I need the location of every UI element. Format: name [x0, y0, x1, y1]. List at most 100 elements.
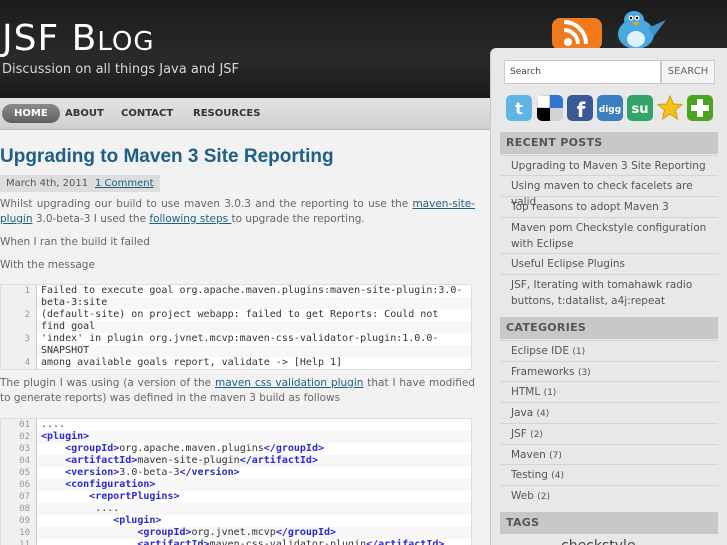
- divider: [500, 360, 718, 362]
- code-line: 02 <plugin>: [1, 431, 471, 443]
- code-line: 3 'index' in plugin org.jvnet.mcvp:maven-…: [1, 333, 471, 345]
- category-link[interactable]: Eclipse IDE (1): [511, 343, 716, 360]
- digg-icon[interactable]: digg: [597, 95, 623, 121]
- recent-post-link[interactable]: JSF, Iterating with tomahawk radio butto…: [511, 277, 716, 309]
- post-title[interactable]: Upgrading to Maven 3 Site Reporting: [0, 146, 334, 168]
- category-name: JSF: [511, 427, 531, 440]
- category-link[interactable]: Frameworks (3): [511, 364, 716, 381]
- search-input[interactable]: Search: [504, 60, 661, 84]
- code-line-number: 3: [1, 333, 37, 345]
- divider: [500, 253, 718, 254]
- following-steps-link[interactable]: following steps: [149, 213, 231, 225]
- code-line-text: among available goals report, validate -…: [41, 357, 343, 368]
- category-link[interactable]: Maven (7): [511, 447, 716, 464]
- code-line-text: <reportPlugins>: [89, 491, 180, 502]
- post-comments-link[interactable]: 1 Comment: [95, 178, 154, 189]
- category-link[interactable]: HTML (1): [511, 384, 716, 401]
- categories-heading: CATEGORIES: [500, 317, 718, 339]
- code-line-text: <groupId>org.jvnet.mcvp</groupId>: [137, 527, 337, 538]
- tag-cloud-item[interactable]: checkstyle: [561, 538, 636, 545]
- code-line: 05 <version>3.0-beta-3</version>: [1, 467, 471, 479]
- nav-contact[interactable]: CONTACT: [121, 104, 173, 123]
- divider: [500, 196, 718, 197]
- search-button[interactable]: SEARCH: [661, 60, 715, 84]
- code-line-text: <plugin>: [113, 515, 162, 526]
- category-name: Web: [511, 489, 538, 502]
- code-line-text: ....: [41, 503, 120, 514]
- facebook-icon[interactable]: f: [567, 95, 593, 121]
- p1-text-a: Whilst upgrading our build to use maven …: [0, 198, 413, 210]
- add-plus-icon[interactable]: [687, 95, 713, 121]
- category-count: (4): [551, 471, 565, 482]
- delicious-icon[interactable]: [537, 95, 563, 121]
- divider: [500, 422, 718, 424]
- category-link[interactable]: Java (4): [511, 405, 716, 422]
- divider: [500, 274, 718, 275]
- code-line: find goal: [1, 321, 471, 333]
- nav-about[interactable]: ABOUT: [65, 104, 104, 123]
- code-line-number: 10: [1, 527, 37, 539]
- divider: [500, 155, 718, 156]
- code-line-number: 09: [1, 515, 37, 527]
- recent-post-link[interactable]: Useful Eclipse Plugins: [511, 256, 716, 272]
- divider: [500, 217, 718, 218]
- code-line: 1 Failed to execute goal org.apache.maven…: [1, 285, 471, 297]
- code-line-text: <version>3.0-beta-3</version>: [65, 467, 240, 478]
- post-paragraph-1: Whilst upgrading our build to use maven …: [0, 197, 475, 227]
- nav-home[interactable]: HOME: [2, 104, 60, 123]
- code-line: 09 <plugin>: [1, 515, 471, 527]
- code-line-text: SNAPSHOT: [41, 345, 90, 356]
- code-line-text: <groupId>org.apache.maven.plugins</group…: [65, 443, 324, 454]
- stumbleupon-icon[interactable]: su: [627, 95, 653, 121]
- category-count: (7): [549, 450, 562, 461]
- code-line-text: find goal: [41, 321, 96, 332]
- code-line-number: 04: [1, 455, 37, 467]
- category-link[interactable]: Web (2): [511, 488, 716, 505]
- code-line: 4 among available goals report, validate …: [1, 357, 471, 369]
- recent-post-link[interactable]: Top reasons to adopt Maven 3: [511, 199, 716, 215]
- recent-post-link[interactable]: Upgrading to Maven 3 Site Reporting: [511, 158, 716, 174]
- nav-resources[interactable]: RESOURCES: [193, 104, 260, 123]
- recent-posts-heading: RECENT POSTS: [500, 132, 718, 154]
- code-line-number: [1, 345, 37, 357]
- code-line: 04 <artifactId>maven-site-plugin</artifa…: [1, 455, 471, 467]
- code-line-number: 06: [1, 479, 37, 491]
- site-tagline: Discussion on all things Java and JSF: [2, 62, 240, 77]
- category-link[interactable]: JSF (2): [511, 426, 716, 443]
- favorite-star-icon[interactable]: [657, 95, 683, 121]
- category-name: Eclipse IDE: [511, 345, 573, 357]
- site-title-smallcaps: LOG: [97, 27, 155, 57]
- post-comments-badge: 1 Comment: [89, 175, 160, 192]
- error-code-block: 1 Failed to execute goal org.apache.maven…: [0, 284, 472, 370]
- code-line-number: 01: [1, 419, 37, 431]
- svg-text:f: f: [577, 98, 586, 121]
- code-line-number: 1: [1, 285, 37, 297]
- site-title[interactable]: JSF BLOG: [2, 18, 155, 59]
- maven-css-validation-plugin-link[interactable]: maven css validation plugin: [215, 377, 363, 389]
- category-name: Maven: [511, 448, 550, 461]
- post-date: March 4th, 2011: [0, 175, 95, 192]
- code-line-text: <artifactId>maven-site-plugin</artifactI…: [65, 455, 318, 466]
- code-line: 01....: [1, 419, 471, 431]
- code-line: 11 <artifactId>maven-css-validator-plugi…: [1, 539, 471, 545]
- category-count: (1): [572, 347, 586, 357]
- site-title-main: JSF B: [2, 18, 98, 59]
- code-line-number: 08: [1, 503, 37, 515]
- code-line: 07 <reportPlugins>: [1, 491, 471, 503]
- twitter-icon[interactable]: t: [506, 95, 532, 121]
- rss-feed-icon[interactable]: [550, 12, 604, 52]
- category-count: (3): [577, 367, 591, 378]
- category-name: Java: [511, 407, 537, 420]
- svg-text:digg: digg: [599, 105, 621, 115]
- category-count: (2): [530, 429, 543, 440]
- sidebar: Search SEARCH t f digg su RECENT POSTS C…: [490, 48, 727, 545]
- post-paragraph-4: The plugin I was using (a version of the…: [0, 376, 475, 406]
- code-line-number: [1, 321, 37, 333]
- category-link[interactable]: Testing (4): [511, 467, 716, 484]
- main-navigation: HOME ABOUT CONTACT RESOURCES: [0, 98, 490, 130]
- code-line: 10 <groupId>org.jvnet.mcvp</groupId>: [1, 527, 471, 539]
- code-line-number: [1, 297, 37, 309]
- category-count: (1): [543, 388, 557, 399]
- tags-heading: TAGS: [500, 512, 718, 534]
- recent-post-link[interactable]: Maven pom Checkstyle configuration with …: [511, 220, 716, 252]
